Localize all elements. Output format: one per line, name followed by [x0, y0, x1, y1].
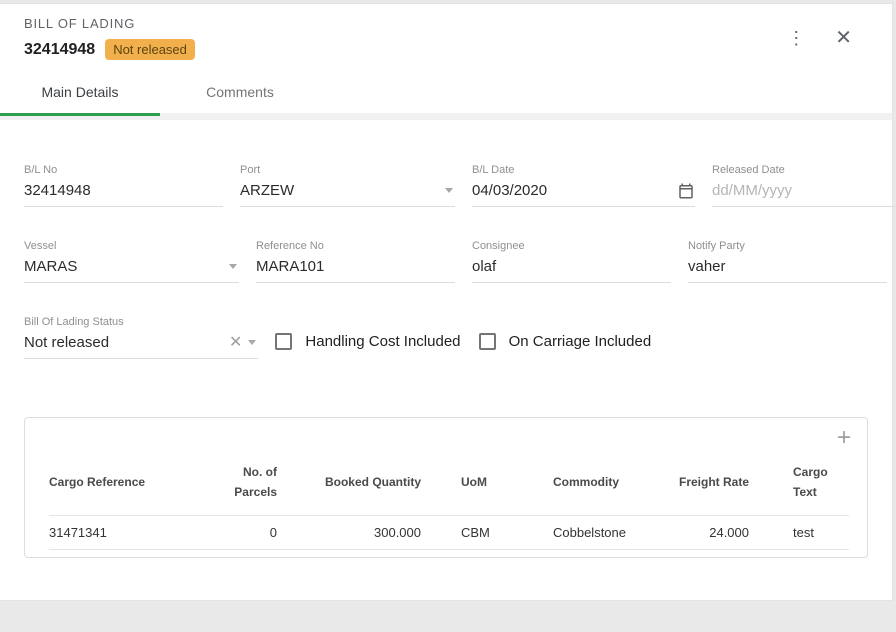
- cell-freight-rate: 24.000: [673, 515, 749, 549]
- consignee-label: Consignee: [472, 240, 671, 252]
- cell-booked-quantity: 300.000: [277, 515, 421, 549]
- chevron-down-icon[interactable]: [248, 340, 256, 345]
- col-freight-rate: Freight Rate: [673, 456, 749, 515]
- cargo-table-row[interactable]: 31471341 0 300.000 CBM Cobbelstone 24.00…: [49, 515, 849, 549]
- released-date-label: Released Date: [712, 164, 896, 176]
- col-uom: UoM: [421, 456, 553, 515]
- calendar-icon: [677, 182, 695, 200]
- released-date-field: Released Date: [712, 164, 896, 207]
- bol-status-input[interactable]: [24, 332, 223, 353]
- bl-date-calendar-button[interactable]: [677, 182, 695, 200]
- port-input[interactable]: [240, 180, 439, 201]
- bl-number: 32414948: [24, 41, 95, 59]
- consignee-input[interactable]: [472, 256, 671, 277]
- cell-cargo-text: test: [749, 515, 849, 549]
- bl-date-field: B/L Date: [472, 164, 695, 207]
- checkbox-unchecked-icon: [275, 333, 292, 350]
- on-carriage-checkbox-label: On Carriage Included: [509, 333, 652, 350]
- port-field: Port: [240, 164, 455, 207]
- bl-date-input[interactable]: [472, 180, 671, 201]
- main-details-form: B/L No Port B/L Date: [0, 120, 892, 359]
- kebab-menu-button[interactable]: ⋮: [783, 25, 809, 51]
- cargo-card-toolbar: +: [25, 418, 867, 450]
- reference-no-field: Reference No: [256, 240, 455, 283]
- subtitle-row: 32414948 Not released: [24, 39, 195, 60]
- notify-party-input[interactable]: [688, 256, 887, 277]
- consignee-field: Consignee: [472, 240, 671, 283]
- tab-comments[interactable]: Comments: [160, 70, 320, 113]
- released-date-input[interactable]: [712, 180, 896, 201]
- header-actions: ⋮ ✕: [783, 16, 868, 52]
- cargo-table-header-row: Cargo Reference No. of Parcels Booked Qu…: [49, 456, 849, 515]
- handling-cost-checkbox-label: Handling Cost Included: [305, 333, 460, 350]
- bol-status-label: Bill Of Lading Status: [24, 316, 258, 328]
- checkbox-unchecked-icon: [479, 333, 496, 350]
- tab-comments-label: Comments: [206, 84, 274, 100]
- col-cargo-reference: Cargo Reference: [49, 456, 199, 515]
- form-row-1: B/L No Port B/L Date: [0, 164, 892, 207]
- on-carriage-checkbox[interactable]: On Carriage Included: [479, 333, 665, 350]
- cargo-table: Cargo Reference No. of Parcels Booked Qu…: [49, 456, 849, 550]
- close-button[interactable]: ✕: [831, 24, 856, 52]
- form-row-2: Vessel Reference No Consignee Notify: [0, 240, 892, 283]
- cell-uom: CBM: [421, 515, 553, 549]
- kebab-icon: ⋮: [787, 28, 805, 48]
- vessel-label: Vessel: [24, 240, 239, 252]
- clear-icon[interactable]: ✕: [229, 335, 242, 351]
- add-cargo-button[interactable]: +: [837, 426, 851, 450]
- reference-no-label: Reference No: [256, 240, 455, 252]
- bl-no-label: B/L No: [24, 164, 223, 176]
- col-booked-quantity: Booked Quantity: [277, 456, 421, 515]
- reference-no-input[interactable]: [256, 256, 455, 277]
- handling-cost-checkbox[interactable]: Handling Cost Included: [275, 333, 461, 350]
- notify-party-field: Notify Party: [688, 240, 887, 283]
- tab-main-details-label: Main Details: [41, 84, 118, 100]
- bl-no-field: B/L No: [24, 164, 223, 207]
- vessel-input[interactable]: [24, 256, 223, 277]
- plus-icon: +: [837, 424, 851, 451]
- bill-of-lading-dialog: BILL OF LADING 32414948 Not released ⋮ ✕…: [0, 3, 893, 601]
- cargo-card: + Cargo Reference No. of Parcels Booked …: [24, 417, 868, 558]
- col-commodity: Commodity: [553, 456, 673, 515]
- close-icon: ✕: [835, 27, 852, 49]
- bl-no-input[interactable]: [24, 180, 223, 201]
- dialog-title: BILL OF LADING: [24, 16, 195, 31]
- bl-date-label: B/L Date: [472, 164, 695, 176]
- col-cargo-text: Cargo Text: [749, 456, 849, 515]
- col-no-of-parcels: No. of Parcels: [199, 456, 277, 515]
- dialog-header: BILL OF LADING 32414948 Not released ⋮ ✕: [0, 4, 892, 60]
- form-row-3: Bill Of Lading Status ✕ Handling Cost In…: [0, 316, 892, 359]
- notify-party-label: Notify Party: [688, 240, 887, 252]
- status-badge: Not released: [105, 39, 195, 60]
- chevron-down-icon[interactable]: [229, 264, 237, 269]
- header-text-block: BILL OF LADING 32414948 Not released: [24, 16, 195, 60]
- port-label: Port: [240, 164, 455, 176]
- cell-cargo-reference: 31471341: [49, 515, 199, 549]
- cargo-card-footer: [25, 550, 867, 557]
- chevron-down-icon[interactable]: [445, 188, 453, 193]
- tabbar: Main Details Comments: [0, 70, 892, 120]
- cell-no-of-parcels: 0: [199, 515, 277, 549]
- bol-status-field: Bill Of Lading Status ✕: [24, 316, 258, 359]
- cell-commodity: Cobbelstone: [553, 515, 673, 549]
- vessel-field: Vessel: [24, 240, 239, 283]
- tab-main-details[interactable]: Main Details: [0, 70, 160, 113]
